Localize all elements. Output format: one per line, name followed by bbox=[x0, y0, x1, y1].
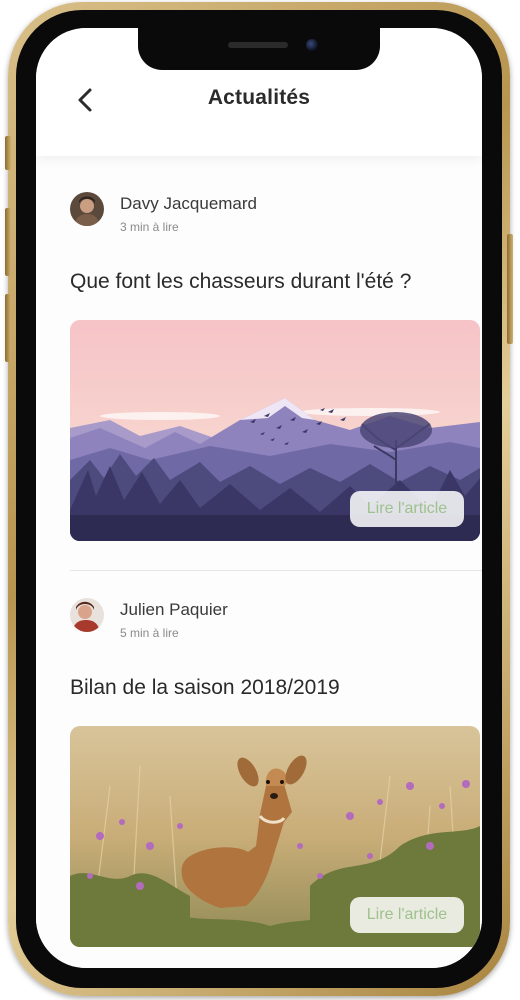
article-cover-image[interactable]: Lire l'article bbox=[70, 726, 480, 947]
author-name[interactable]: Julien Paquier bbox=[120, 600, 228, 620]
phone-frame: Actualités Davy Jacquemard 3 min à lire … bbox=[5, 2, 513, 996]
read-article-button[interactable]: Lire l'article bbox=[350, 897, 464, 933]
article-card[interactable]: Julien Paquier 5 min à lire Bilan de la … bbox=[70, 592, 482, 952]
volume-up-button bbox=[5, 208, 11, 276]
read-time: 3 min à lire bbox=[120, 220, 179, 234]
volume-down-button bbox=[5, 294, 11, 362]
article-card[interactable]: Davy Jacquemard 3 min à lire Que font le… bbox=[70, 186, 482, 546]
earpiece-speaker bbox=[228, 42, 288, 48]
article-divider bbox=[70, 570, 482, 571]
author-row: Julien Paquier 5 min à lire bbox=[70, 592, 482, 640]
phone-notch bbox=[138, 28, 380, 70]
phone-bezel: Actualités Davy Jacquemard 3 min à lire … bbox=[16, 10, 502, 988]
front-camera bbox=[306, 39, 318, 51]
silent-switch bbox=[5, 136, 11, 170]
page-title: Actualités bbox=[207, 86, 311, 109]
power-button bbox=[507, 234, 513, 344]
news-feed[interactable]: Davy Jacquemard 3 min à lire Que font le… bbox=[36, 156, 482, 968]
read-time: 5 min à lire bbox=[120, 626, 179, 640]
article-title[interactable]: Bilan de la saison 2018/2019 bbox=[70, 676, 340, 700]
article-cover-image[interactable]: Lire l'article bbox=[70, 320, 480, 541]
avatar[interactable] bbox=[70, 598, 104, 632]
author-row: Davy Jacquemard 3 min à lire bbox=[70, 186, 482, 234]
author-name[interactable]: Davy Jacquemard bbox=[120, 194, 257, 214]
article-title[interactable]: Que font les chasseurs durant l'été ? bbox=[70, 270, 411, 294]
read-article-button[interactable]: Lire l'article bbox=[350, 491, 464, 527]
avatar[interactable] bbox=[70, 192, 104, 226]
app-screen: Actualités Davy Jacquemard 3 min à lire … bbox=[36, 28, 482, 968]
